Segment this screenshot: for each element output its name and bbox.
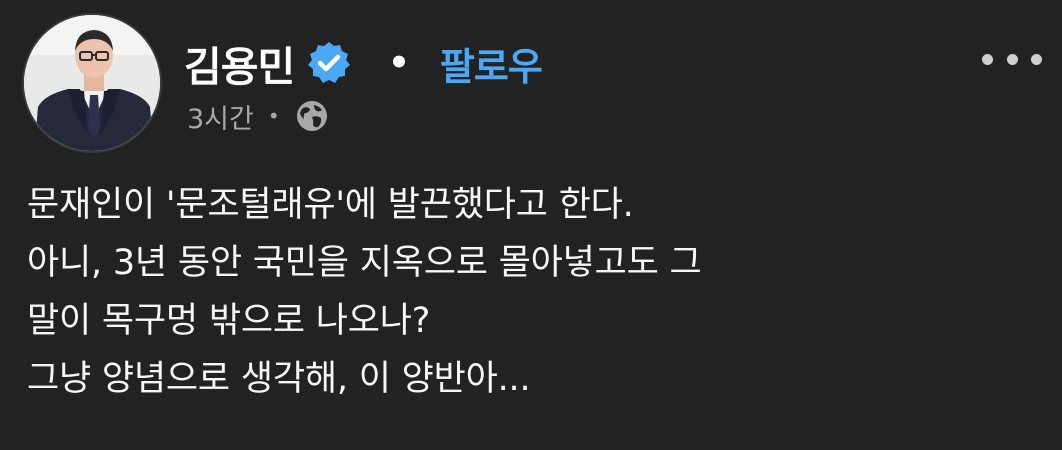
author-avatar[interactable] xyxy=(22,13,162,153)
meta-separator: • xyxy=(267,104,280,128)
post-header: 김용민 • 팔로우 xyxy=(184,36,543,91)
post-timestamp[interactable]: 3시간 xyxy=(187,97,254,136)
post-meta: 3시간 • xyxy=(187,97,330,136)
post-text: 문재인이 '문조털래유'에 발끈했다고 한다. 아니, 3년 동안 국민을 지옥… xyxy=(27,176,1037,408)
post-text-line: 그냥 양념으로 생각해, 이 양반아... xyxy=(27,359,531,399)
post-text-line: 아니, 3년 동안 국민을 지옥으로 몰아넣고도 그 xyxy=(27,243,702,283)
more-dot xyxy=(1031,53,1042,65)
more-dot xyxy=(982,53,993,65)
post-text-line: 문재인이 '문조털래유'에 발끈했다고 한다. xyxy=(27,185,634,225)
post-card: 김용민 • 팔로우 3시간 • 문재인이 '문조털래유'에 발끈했다고 한다. xyxy=(0,0,1062,450)
more-options-icon[interactable] xyxy=(982,44,1042,74)
follow-button[interactable]: 팔로우 xyxy=(440,36,543,91)
author-name[interactable]: 김용민 xyxy=(184,33,295,93)
more-dot xyxy=(1006,53,1018,65)
globe-icon[interactable] xyxy=(294,98,330,134)
verified-badge-icon xyxy=(306,40,352,86)
header-separator: • xyxy=(388,43,410,83)
avatar-photo-icon xyxy=(24,15,160,151)
post-text-line: 말이 목구멍 밖으로 나오나? xyxy=(27,301,431,341)
